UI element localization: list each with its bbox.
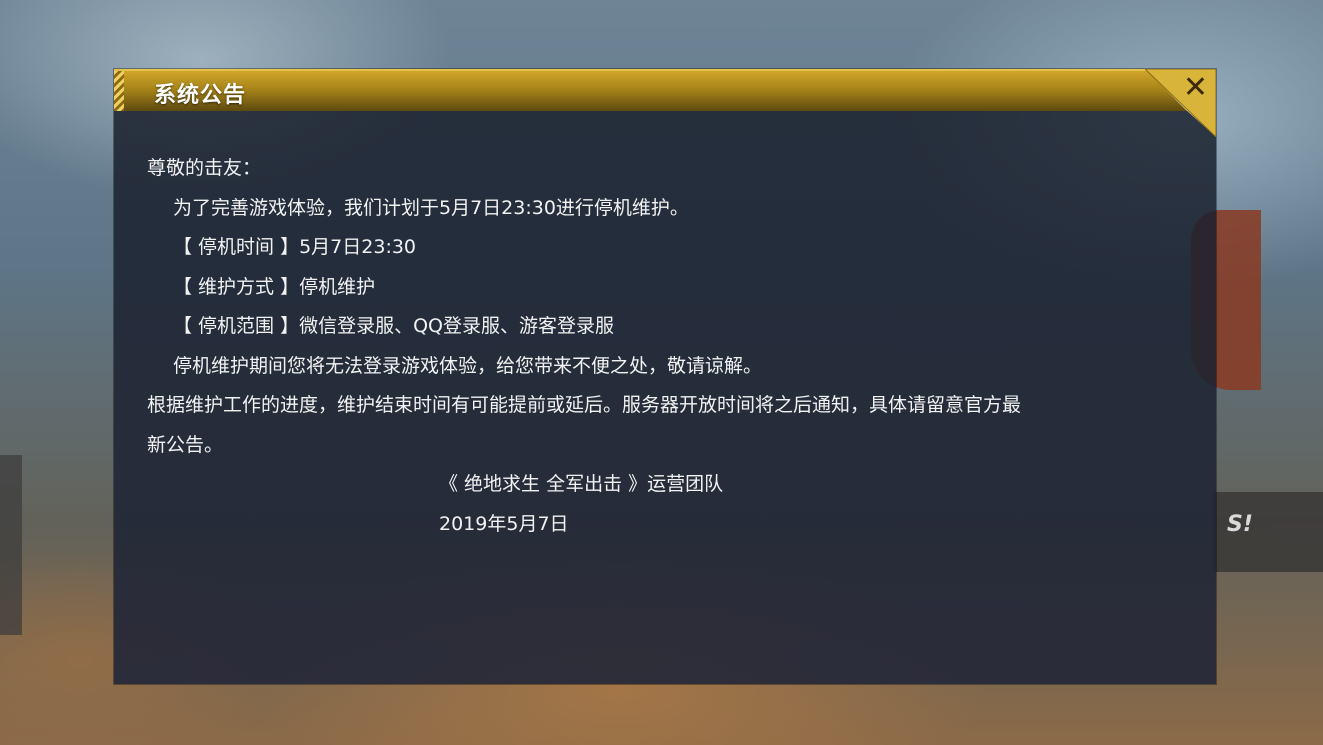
- signature-date: 2019年5月7日: [439, 512, 569, 535]
- detail-downtime: 【 停机时间 】5月7日23:30: [147, 228, 1177, 268]
- detail-key: 【 停机范围 】: [173, 315, 300, 337]
- detail-scope: 【 停机范围 】微信登录服、QQ登录服、游客登录服: [147, 307, 1177, 347]
- detail-key: 【 停机时间 】: [173, 236, 300, 258]
- note-line-1: 根据维护工作的进度，维护结束时间有可能提前或延后。服务器开放时间将之后通知，具体…: [147, 394, 1022, 416]
- detail-value: 5月7日23:30: [299, 236, 417, 258]
- dialog-title-bar: 系统公告: [114, 69, 1216, 111]
- background-sign: S!: [1213, 492, 1323, 572]
- announcement-dialog: 系统公告 ✕ 尊敬的击友： 为了完善游戏体验，我们计划于5月7日23:30进行停…: [114, 69, 1216, 684]
- detail-key: 【 维护方式 】: [173, 275, 300, 298]
- signature-team: 《 绝地求生 全军出击 》运营团队: [439, 473, 724, 495]
- announcement-body: 尊敬的击友： 为了完善游戏体验，我们计划于5月7日23:30进行停机维护。 【 …: [147, 149, 1177, 544]
- title-stripe-decoration: [114, 71, 124, 111]
- close-icon[interactable]: ✕: [1183, 73, 1208, 103]
- apology-line: 停机维护期间您将无法登录游戏体验，给您带来不便之处，敬请谅解。: [173, 354, 763, 377]
- close-button[interactable]: ✕: [1145, 69, 1216, 137]
- intro-line: 为了完善游戏体验，我们计划于5月7日23:30进行停机维护。: [173, 196, 689, 219]
- note-line-2: 新公告。: [147, 433, 224, 456]
- greeting: 尊敬的击友：: [147, 157, 262, 179]
- detail-method: 【 维护方式 】停机维护: [147, 268, 1177, 308]
- background-sign-text: S!: [1227, 512, 1253, 537]
- dialog-title: 系统公告: [154, 83, 247, 108]
- background-post: [0, 455, 22, 635]
- detail-value: 微信登录服、QQ登录服、游客登录服: [299, 315, 615, 337]
- detail-value: 停机维护: [299, 275, 376, 298]
